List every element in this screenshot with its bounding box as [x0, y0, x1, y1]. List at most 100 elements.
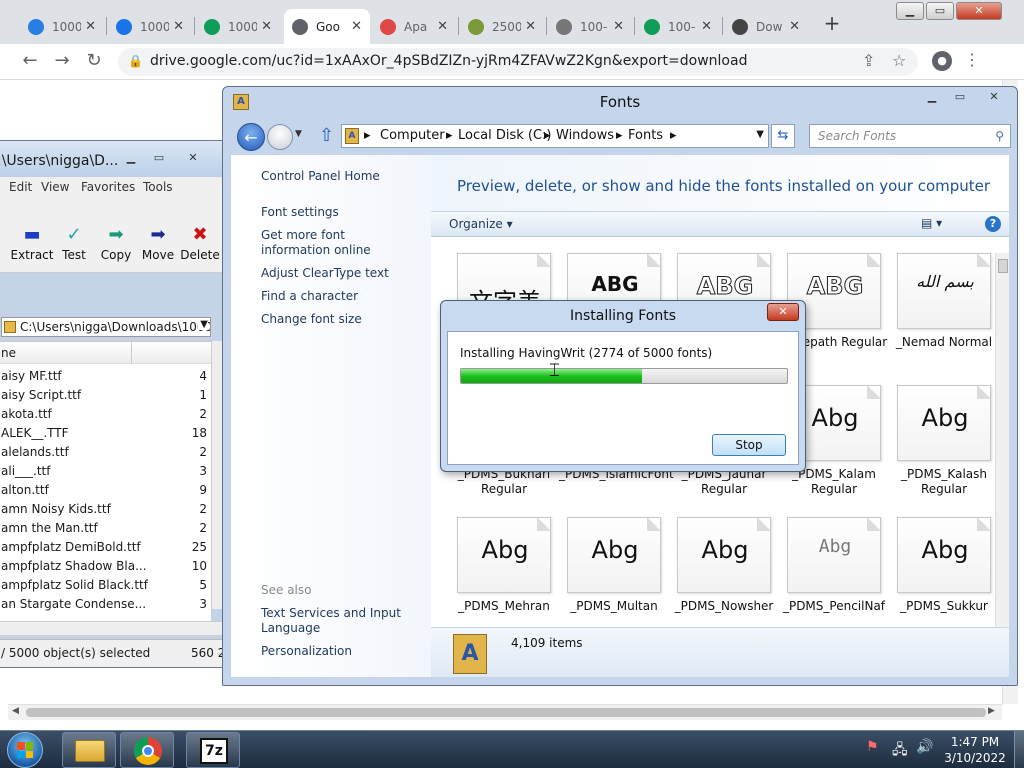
- forward-arrow-icon[interactable]: [267, 124, 293, 150]
- list-item[interactable]: amn the Man.ttf 2: [0, 519, 211, 538]
- delete-button[interactable]: ✖ Delete: [175, 225, 225, 263]
- bookmark-star-icon[interactable]: ☆: [892, 51, 906, 70]
- list-item[interactable]: alelands.ttf 2: [0, 443, 211, 462]
- new-tab-button[interactable]: +: [820, 12, 844, 36]
- explorer-address-bar[interactable]: A ▸ Computer ▸ Local Disk (C:) ▸ Windows…: [341, 124, 769, 148]
- tab-8[interactable]: 100- ✕: [636, 9, 720, 44]
- taskbar-7zip-button[interactable]: 7z: [186, 732, 240, 768]
- show-desktop-button[interactable]: [1014, 731, 1024, 768]
- horizontal-scrollbar[interactable]: ◀ ▶: [8, 704, 1002, 720]
- list-item[interactable]: ampfplatz Solid Black.ttf 5: [0, 576, 211, 595]
- tab-7[interactable]: 100- ✕: [548, 9, 632, 44]
- organize-button[interactable]: Organize ▾: [449, 217, 513, 231]
- close-tab-icon[interactable]: ✕: [261, 19, 272, 34]
- list-item[interactable]: aisy Script.ttf 1: [0, 386, 211, 405]
- list-item[interactable]: alton.ttf 9: [0, 481, 211, 500]
- network-icon[interactable]: 🖧: [892, 739, 908, 763]
- taskbar-chrome-button[interactable]: [120, 732, 174, 768]
- taskbar-explorer-button[interactable]: [62, 732, 116, 768]
- tab-5[interactable]: Apa ✕: [372, 9, 456, 44]
- breadcrumb-computer[interactable]: Computer: [380, 128, 445, 143]
- font-tile[interactable]: ﺑﺴﻢ ﺍﻟﻠﻪ _Nemad Normal: [889, 253, 999, 381]
- search-icon[interactable]: ⚲: [995, 129, 1004, 143]
- close-tab-icon[interactable]: ✕: [85, 19, 96, 34]
- menu-kebab-icon[interactable]: ⋮: [964, 50, 980, 69]
- maximize-button[interactable]: ▭: [926, 2, 954, 20]
- font-tile[interactable]: Abg _PDMS_Kalash Regular: [889, 385, 999, 513]
- font-tile[interactable]: Abg _PDMS_Nowsher: [669, 517, 779, 645]
- 7zip-horizontal-scrollbar[interactable]: [0, 621, 223, 635]
- close-tab-icon[interactable]: ✕: [173, 19, 184, 34]
- menu-favorites[interactable]: Favorites: [81, 180, 135, 194]
- close-tab-icon[interactable]: ✕: [701, 19, 712, 34]
- clock[interactable]: 1:47 PM 3/10/2022: [940, 734, 1010, 766]
- cleartype-link[interactable]: Adjust ClearType text: [261, 266, 389, 280]
- volume-icon[interactable]: 🔊: [916, 739, 933, 755]
- list-item[interactable]: ampfplatz Shadow Bla... 10: [0, 557, 211, 576]
- recent-pages-chevron-icon[interactable]: ▼: [295, 129, 302, 139]
- reload-icon[interactable]: ↻: [82, 50, 106, 74]
- scroll-right-icon[interactable]: ▶: [988, 706, 995, 716]
- breadcrumb-local-disk[interactable]: Local Disk (C:): [458, 128, 551, 143]
- tab-9[interactable]: Dow ✕: [724, 9, 808, 44]
- 7zip-maximize-button[interactable]: ▭: [147, 151, 171, 167]
- back-icon[interactable]: ←: [18, 50, 42, 74]
- list-item[interactable]: ALEK__.TTF 18: [0, 424, 211, 443]
- list-item[interactable]: ali___.ttf 3: [0, 462, 211, 481]
- change-font-size-link[interactable]: Change font size: [261, 312, 362, 326]
- action-center-flag-icon[interactable]: ⚑: [866, 739, 879, 755]
- stop-button[interactable]: Stop: [712, 434, 786, 456]
- fonts-minimize-button[interactable]: ▁: [919, 89, 945, 107]
- close-tab-icon[interactable]: ✕: [789, 19, 800, 34]
- scrollbar-thumb[interactable]: [998, 259, 1008, 273]
- minimize-button[interactable]: ▁: [896, 2, 924, 20]
- find-character-link[interactable]: Find a character: [261, 289, 358, 303]
- fonts-maximize-button[interactable]: ▭: [947, 89, 973, 107]
- help-icon[interactable]: ?: [985, 216, 1001, 232]
- close-tab-icon[interactable]: ✕: [525, 19, 536, 34]
- list-item[interactable]: amn Noisy Kids.ttf 2: [0, 500, 211, 519]
- tab-2[interactable]: 1000 ✕: [108, 9, 192, 44]
- 7zip-minimize-button[interactable]: ▁: [119, 151, 143, 167]
- tab-1[interactable]: 1000 ✕: [20, 9, 104, 44]
- 7zip-file-list[interactable]: ne aisy MF.ttf 4 aisy Script.ttf 1 akota.ttf…: [0, 341, 211, 621]
- close-tab-icon[interactable]: ✕: [613, 19, 624, 34]
- search-fonts-input[interactable]: Search Fonts ⚲: [809, 124, 1011, 148]
- close-tab-icon[interactable]: ✕: [437, 19, 448, 34]
- breadcrumb-fonts[interactable]: Fonts: [628, 128, 663, 143]
- dialog-close-icon[interactable]: ✕: [767, 303, 799, 321]
- font-tile[interactable]: Abg _PDMS_PencilNaf: [779, 517, 889, 645]
- more-font-info-link[interactable]: Get more font information online: [261, 228, 411, 258]
- scroll-left-icon[interactable]: ◀: [12, 706, 19, 716]
- refresh-icon[interactable]: ⇆: [771, 124, 795, 148]
- fonts-close-button[interactable]: ✕: [981, 89, 1007, 107]
- 7zip-path-combo[interactable]: C:\Users\nigga\Downloads\1000 ▼: [1, 317, 211, 337]
- breadcrumb-windows[interactable]: Windows: [556, 128, 614, 143]
- tab-4[interactable]: Goo ✕: [284, 9, 370, 44]
- menu-view[interactable]: View: [41, 180, 69, 194]
- close-button[interactable]: ✕: [956, 2, 1002, 20]
- scrollbar-thumb[interactable]: [26, 708, 986, 717]
- list-item[interactable]: an Stargate Condense... 3: [0, 595, 211, 614]
- menu-edit[interactable]: Edit: [9, 180, 32, 194]
- text-services-link[interactable]: Text Services and Input Language: [261, 606, 411, 636]
- chevron-down-icon[interactable]: ▼: [198, 319, 208, 330]
- profile-avatar-icon[interactable]: ●: [932, 51, 952, 71]
- close-tab-icon[interactable]: ✕: [351, 19, 362, 34]
- list-item[interactable]: akota.ttf 2: [0, 405, 211, 424]
- view-options-icon[interactable]: ▤ ▾: [921, 216, 942, 230]
- up-arrow-icon[interactable]: ⇧: [319, 125, 334, 146]
- menu-tools[interactable]: Tools: [143, 180, 173, 194]
- fonts-vertical-scrollbar[interactable]: [995, 253, 1009, 627]
- column-header-name[interactable]: ne: [0, 342, 211, 364]
- back-arrow-icon[interactable]: ←: [237, 123, 265, 151]
- personalization-link[interactable]: Personalization: [261, 644, 352, 658]
- tab-6[interactable]: 2500 ✕: [460, 9, 544, 44]
- font-tile[interactable]: Abg _PDMS_Sukkur: [889, 517, 999, 645]
- font-tile[interactable]: Abg _PDMS_Multan: [559, 517, 669, 645]
- list-item[interactable]: ampfplatz DemiBold.ttf 25: [0, 538, 211, 557]
- 7zip-close-button[interactable]: ✕: [181, 151, 205, 167]
- font-tile[interactable]: Abg _PDMS_Mehran: [449, 517, 559, 645]
- list-item[interactable]: aisy MF.ttf 4: [0, 367, 211, 386]
- font-settings-link[interactable]: Font settings: [261, 205, 339, 219]
